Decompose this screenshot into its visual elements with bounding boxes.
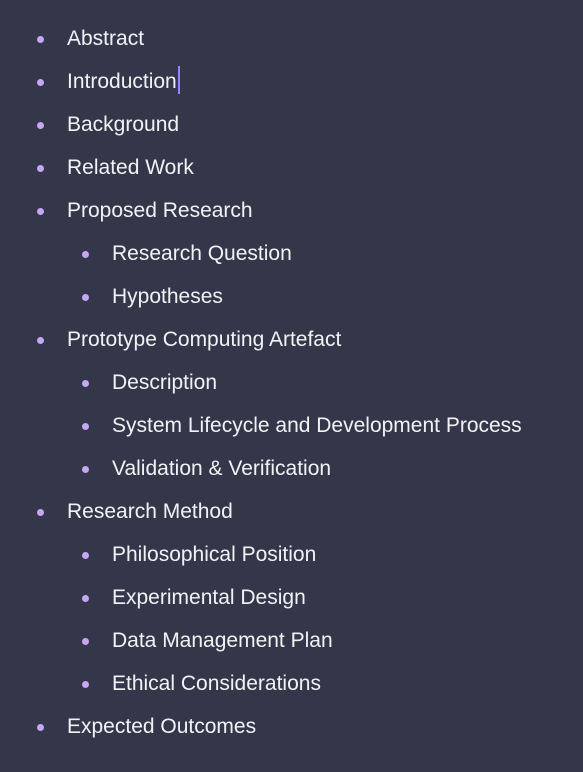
bullet-dot-icon[interactable] — [37, 336, 44, 344]
outline-item-label[interactable]: Validation & Verification — [112, 447, 331, 490]
outline-item-data-management-plan[interactable]: Data Management Plan — [0, 619, 583, 662]
outline-item-label[interactable]: Introduction — [67, 70, 177, 93]
outline-item-label[interactable]: Ethical Considerations — [112, 662, 321, 705]
bullet-dot-icon[interactable] — [37, 207, 44, 215]
bullet-dot-icon[interactable] — [82, 551, 89, 559]
outline-item-label[interactable]: System Lifecycle and Development Process — [112, 404, 522, 447]
bullet-dot-icon[interactable] — [82, 293, 89, 301]
outline-item-research-question[interactable]: Research Question — [0, 232, 583, 275]
bullet-dot-icon[interactable] — [37, 164, 44, 172]
bullet-dot-icon[interactable] — [82, 465, 89, 473]
outline-item-prototype-computing-artefact[interactable]: Prototype Computing Artefact — [0, 318, 583, 361]
outline-item-label[interactable]: Research Question — [112, 232, 292, 275]
bullet-dot-icon[interactable] — [82, 250, 89, 258]
outline-item-system-lifecycle[interactable]: System Lifecycle and Development Process — [0, 404, 583, 447]
bullet-dot-icon[interactable] — [82, 594, 89, 602]
outline-item-label[interactable]: Background — [67, 103, 179, 146]
outline-item-expected-outcomes[interactable]: Expected Outcomes — [0, 705, 583, 748]
outline-item-label[interactable]: Data Management Plan — [112, 619, 333, 662]
outline-item-hypotheses[interactable]: Hypotheses — [0, 275, 583, 318]
outline-item-label[interactable]: Abstract — [67, 17, 144, 60]
bullet-dot-icon[interactable] — [37, 78, 44, 86]
outline-item-research-method[interactable]: Research Method — [0, 490, 583, 533]
outline-item-label[interactable]: Philosophical Position — [112, 533, 316, 576]
outline-item-background[interactable]: Background — [0, 103, 583, 146]
bullet-dot-icon[interactable] — [82, 680, 89, 688]
outline-item-label[interactable]: Experimental Design — [112, 576, 306, 619]
text-cursor-icon — [177, 66, 180, 95]
outline-item-related-work[interactable]: Related Work — [0, 146, 583, 189]
outline-item-label[interactable]: Proposed Research — [67, 189, 253, 232]
outline-item-label[interactable]: Description — [112, 361, 217, 404]
outline-item-description[interactable]: Description — [0, 361, 583, 404]
outline-item-label-container[interactable]: Introduction — [67, 60, 180, 103]
bullet-dot-icon[interactable] — [82, 379, 89, 387]
bullet-dot-icon[interactable] — [37, 121, 44, 129]
outline-item-label[interactable]: Expected Outcomes — [67, 705, 256, 748]
outline-item-validation-verification[interactable]: Validation & Verification — [0, 447, 583, 490]
outline-item-experimental-design[interactable]: Experimental Design — [0, 576, 583, 619]
document-outline: Abstract Introduction Background Related… — [0, 17, 583, 748]
outline-item-ethical-considerations[interactable]: Ethical Considerations — [0, 662, 583, 705]
bullet-dot-icon[interactable] — [82, 422, 89, 430]
bullet-dot-icon[interactable] — [82, 637, 89, 645]
outline-item-label[interactable]: Hypotheses — [112, 275, 223, 318]
outline-item-introduction[interactable]: Introduction — [0, 60, 583, 103]
outline-item-label[interactable]: Prototype Computing Artefact — [67, 318, 341, 361]
outline-item-philosophical-position[interactable]: Philosophical Position — [0, 533, 583, 576]
bullet-dot-icon[interactable] — [37, 508, 44, 516]
outline-item-label[interactable]: Research Method — [67, 490, 233, 533]
bullet-dot-icon[interactable] — [37, 35, 44, 43]
outline-item-abstract[interactable]: Abstract — [0, 17, 583, 60]
outline-item-proposed-research[interactable]: Proposed Research — [0, 189, 583, 232]
bullet-dot-icon[interactable] — [37, 723, 44, 731]
outline-item-label[interactable]: Related Work — [67, 146, 194, 189]
